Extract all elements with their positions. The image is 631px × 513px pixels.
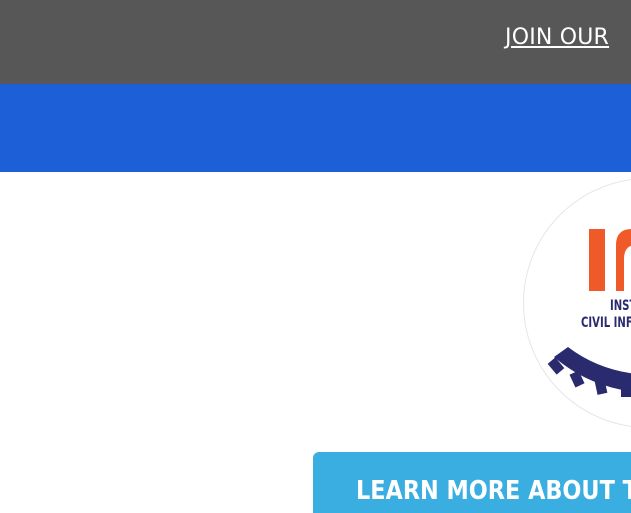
organization-logo: INST CIVIL INF xyxy=(523,178,631,428)
logo-text-line2: CIVIL INF xyxy=(581,315,631,331)
logo-gear-tooth xyxy=(621,383,631,397)
learn-more-label: LEARN MORE ABOUT T xyxy=(356,476,631,506)
logo-letter-i-shape xyxy=(589,229,605,291)
page: JOIN OUR INST CIVIL INF LEARN MORE ABOUT… xyxy=(0,0,631,513)
blue-banner xyxy=(0,84,631,172)
top-bar: JOIN OUR xyxy=(0,0,631,84)
logo-gear-arc xyxy=(554,347,631,392)
learn-more-button[interactable]: LEARN MORE ABOUT T xyxy=(313,452,631,513)
join-our-link[interactable]: JOIN OUR xyxy=(505,22,609,54)
logo-text-line1: INST xyxy=(610,298,631,314)
logo-letter-c-shape xyxy=(616,229,631,291)
